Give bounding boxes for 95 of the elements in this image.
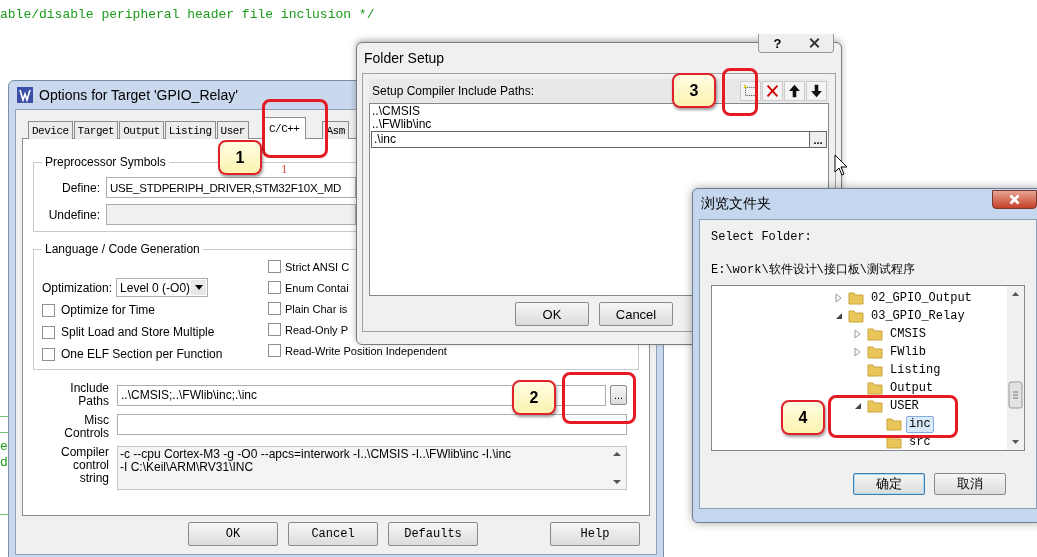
scrollbar[interactable] — [1007, 286, 1024, 450]
tree-item[interactable]: src — [906, 433, 934, 450]
checkbox[interactable] — [268, 260, 281, 273]
group-title: Preprocessor Symbols — [44, 155, 167, 169]
folder-icon — [867, 345, 883, 359]
dialog-button[interactable]: Cancel — [288, 522, 378, 546]
field-label: Define: — [60, 180, 100, 195]
code-line: able/disable peripheral header file inclusion */ — [0, 7, 375, 22]
folder-icon — [867, 327, 883, 341]
browse-button[interactable]: ... — [610, 385, 627, 405]
tree-item[interactable]: FWlib — [887, 343, 929, 361]
checkbox[interactable] — [42, 325, 55, 339]
tab[interactable]: Device — [28, 121, 73, 139]
tree-item[interactable]: USER — [887, 397, 922, 415]
checkbox-label: Split Load and Store Multiple — [61, 325, 215, 339]
dropdown[interactable]: Level 0 (-O0) — [116, 278, 209, 297]
field-label: Include Paths — [69, 382, 109, 408]
folder-path: E:\work\软件设计\接口板\测试程序 — [711, 262, 916, 278]
step-callout: 4 — [781, 400, 825, 435]
folder-icon — [867, 399, 883, 413]
tree-item[interactable]: CMSIS — [887, 325, 929, 343]
path-item[interactable]: ..\FWlib\inc — [372, 117, 826, 131]
folder-icon — [867, 363, 883, 377]
dialog-button[interactable]: Defaults — [388, 522, 478, 546]
field-label: Compiler control string — [60, 446, 109, 487]
checkbox-label: One ELF Section per Function — [61, 347, 223, 361]
code-fragment: d — [0, 455, 8, 470]
dialog-button[interactable]: Help — [550, 522, 640, 546]
input-field[interactable]: USE_STDPERIPH_DRIVER,STM32F10X_MD — [106, 177, 356, 198]
dialog-button[interactable]: 取消 — [934, 473, 1006, 495]
checkbox[interactable] — [42, 303, 55, 317]
code-fragment: e — [0, 439, 8, 454]
input-field[interactable] — [106, 204, 356, 225]
path-edit-field[interactable]: .\inc ... — [371, 130, 827, 148]
folder-icon — [848, 309, 864, 323]
folder-icon — [867, 381, 883, 395]
checkbox-label: Strict ANSI C — [285, 260, 350, 273]
checkbox[interactable] — [268, 344, 281, 357]
tab[interactable]: Listing — [164, 121, 216, 139]
checkbox-label: Optimize for Time — [61, 303, 156, 317]
dialog-button[interactable]: OK — [188, 522, 278, 546]
code-fragment: _ — [0, 502, 8, 517]
list-header: Setup Compiler Include Paths: — [372, 83, 535, 98]
collapsed-arrow-icon[interactable] — [853, 329, 863, 339]
caret-icon — [194, 285, 203, 290]
prompt-text: Select Folder: — [711, 230, 813, 244]
tree-item[interactable]: inc — [906, 415, 934, 433]
code-fragment: _ — [0, 420, 8, 435]
folder-icon — [886, 417, 902, 431]
highlight-frame — [262, 99, 328, 158]
expanded-arrow-icon[interactable] — [834, 311, 844, 321]
field-label: Optimization: — [42, 280, 113, 295]
checkbox[interactable] — [268, 323, 281, 336]
step-callout: 1 — [218, 140, 262, 175]
field-label: Undefine: — [47, 207, 100, 222]
group-title: Language / Code Generation — [44, 242, 201, 256]
browse-button[interactable]: ... — [809, 131, 826, 147]
checkbox-label: Plain Char is — [285, 302, 348, 315]
tree-item[interactable]: 02_GPIO_Output — [868, 289, 975, 307]
delete-icon[interactable] — [762, 80, 783, 101]
dialog-button[interactable]: Cancel — [599, 302, 673, 326]
collapsed-arrow-icon[interactable] — [834, 293, 844, 303]
checkbox[interactable] — [268, 281, 281, 294]
field-label: Misc Controls — [63, 414, 109, 440]
cursor-icon — [834, 154, 848, 176]
dialog-button[interactable]: 确定 — [853, 473, 925, 495]
annotation-mark: 1 — [281, 161, 288, 177]
expanded-arrow-icon[interactable] — [853, 401, 863, 411]
window-title: Options for Target 'GPIO_Relay' — [39, 87, 238, 103]
window-title: Folder Setup — [364, 50, 445, 66]
compiler-string: -c --cpu Cortex-M3 -g -O0 --apcs=interwork -I..\CMSIS -I..\FWlib\inc -I.\inc -I C:\Keil\ARM\RV31\INC — [120, 448, 512, 476]
checkbox-label: Read-Only P — [285, 323, 348, 336]
new-folder-icon[interactable] — [740, 80, 761, 101]
input-field[interactable] — [117, 414, 627, 435]
tree-item[interactable]: Output — [887, 379, 937, 397]
highlight-frame — [722, 68, 758, 116]
dialog-button[interactable]: OK — [515, 302, 589, 326]
close-icon[interactable] — [992, 189, 1037, 209]
window-title: 浏览文件夹 — [701, 195, 771, 213]
checkbox-label: Read-Write Position Independent — [285, 344, 447, 357]
tab[interactable]: Output — [119, 121, 164, 139]
tree-item[interactable]: 03_GPIO_Relay — [868, 307, 968, 325]
checkbox[interactable] — [42, 347, 55, 361]
collapsed-arrow-icon[interactable] — [853, 347, 863, 357]
checkbox-label: Enum Contai — [285, 281, 349, 294]
step-callout: 3 — [672, 73, 716, 108]
app-icon — [17, 87, 33, 103]
tab[interactable]: Target — [73, 121, 119, 139]
tree-item[interactable]: Listing — [887, 361, 944, 379]
folder-icon — [848, 291, 864, 305]
step-callout: 2 — [512, 380, 556, 415]
folder-icon — [886, 435, 902, 449]
tab[interactable]: User — [216, 121, 249, 139]
code-fragment: _ — [0, 404, 8, 419]
checkbox[interactable] — [268, 302, 281, 315]
